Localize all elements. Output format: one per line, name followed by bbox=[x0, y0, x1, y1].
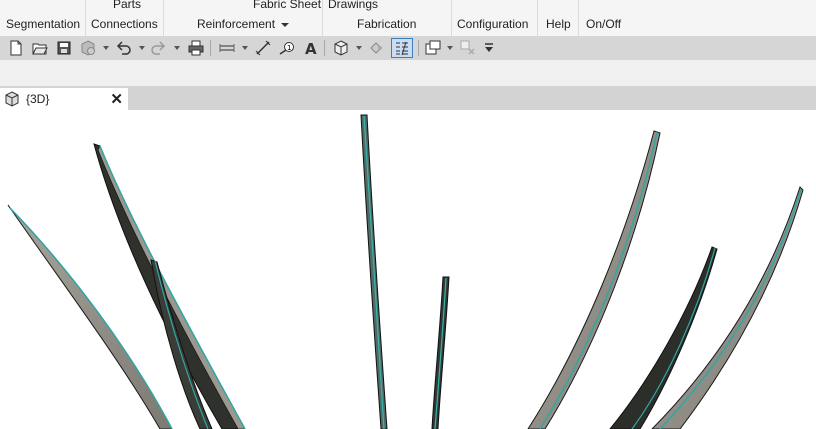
view-tab-title: {3D} bbox=[26, 92, 50, 106]
view-tab-strip: {3D} ✕ bbox=[0, 86, 816, 110]
model-canvas bbox=[7, 114, 804, 429]
chevron-down-icon[interactable] bbox=[103, 46, 109, 50]
ribbon-parts-label[interactable]: Parts bbox=[113, 0, 141, 11]
ribbon-separator bbox=[85, 0, 86, 36]
svg-text:1: 1 bbox=[287, 44, 291, 52]
3d-view-icon[interactable] bbox=[331, 38, 351, 58]
print-icon[interactable] bbox=[186, 38, 206, 58]
close-hidden-icon[interactable] bbox=[458, 38, 478, 58]
quick-access-toolbar: 1 A bbox=[0, 36, 816, 60]
chevron-down-icon[interactable] bbox=[174, 46, 180, 50]
toolbar-separator bbox=[324, 40, 325, 56]
thin-lines-icon[interactable] bbox=[391, 38, 413, 58]
chevron-down-icon[interactable] bbox=[139, 46, 145, 50]
model-element[interactable] bbox=[7, 204, 173, 429]
ribbon-segmentation-label[interactable]: Segmentation bbox=[6, 17, 80, 31]
ribbon-reinforcement-label: Reinforcement bbox=[197, 17, 276, 31]
tag-icon[interactable]: 1 bbox=[277, 38, 297, 58]
chevron-down-icon bbox=[281, 22, 290, 27]
close-icon[interactable]: ✕ bbox=[110, 90, 123, 108]
model-element[interactable] bbox=[97, 145, 246, 429]
save-icon[interactable] bbox=[54, 38, 74, 58]
sync-icon[interactable] bbox=[78, 38, 98, 58]
open-icon[interactable] bbox=[30, 38, 50, 58]
ribbon-connections-label[interactable]: Connections bbox=[91, 17, 158, 31]
new-icon[interactable] bbox=[6, 38, 26, 58]
ribbon: Parts Fabric Sheet Drawings Segmentation… bbox=[0, 0, 816, 36]
model-element[interactable] bbox=[609, 246, 718, 429]
measure-icon[interactable] bbox=[217, 38, 237, 58]
redo-icon[interactable] bbox=[148, 38, 168, 58]
model-edge bbox=[99, 145, 246, 429]
toolbar-separator bbox=[210, 40, 211, 56]
undo-icon[interactable] bbox=[114, 38, 134, 58]
ribbon-fabrication-label[interactable]: Fabrication bbox=[357, 17, 416, 31]
model-edge bbox=[659, 188, 802, 429]
model-element[interactable] bbox=[651, 186, 804, 429]
customize-icon[interactable] bbox=[479, 38, 499, 58]
model-edge bbox=[434, 277, 447, 429]
aligned-dimension-icon[interactable] bbox=[253, 38, 273, 58]
ribbon-separator bbox=[537, 0, 538, 36]
ribbon-reinforcement-dropdown[interactable]: Reinforcement bbox=[197, 17, 290, 31]
view-tab-3d[interactable]: {3D} ✕ bbox=[0, 88, 128, 110]
model-element[interactable] bbox=[527, 130, 661, 429]
text-icon[interactable]: A bbox=[301, 38, 321, 58]
section-icon[interactable] bbox=[366, 38, 386, 58]
chevron-down-icon[interactable] bbox=[242, 46, 248, 50]
toolbar-separator bbox=[418, 40, 419, 56]
svg-text:A: A bbox=[305, 40, 317, 56]
ribbon-separator bbox=[163, 0, 164, 36]
3d-viewport[interactable] bbox=[0, 110, 816, 429]
switch-windows-icon[interactable] bbox=[423, 38, 443, 58]
chevron-down-icon[interactable] bbox=[447, 46, 453, 50]
ribbon-separator bbox=[322, 0, 323, 36]
ribbon-fabric-sheet-label[interactable]: Fabric Sheet bbox=[253, 0, 321, 11]
model-edge bbox=[363, 115, 385, 429]
ribbon-configuration-label[interactable]: Configuration bbox=[457, 17, 528, 31]
ribbon-onoff-label[interactable]: On/Off bbox=[586, 17, 621, 31]
ribbon-separator bbox=[578, 0, 579, 36]
ribbon-separator bbox=[451, 0, 452, 36]
3d-view-icon bbox=[5, 91, 19, 107]
options-bar bbox=[0, 60, 816, 86]
chevron-down-icon[interactable] bbox=[356, 46, 362, 50]
ribbon-drawings-label[interactable]: Drawings bbox=[328, 0, 378, 11]
ribbon-help-label[interactable]: Help bbox=[546, 17, 571, 31]
